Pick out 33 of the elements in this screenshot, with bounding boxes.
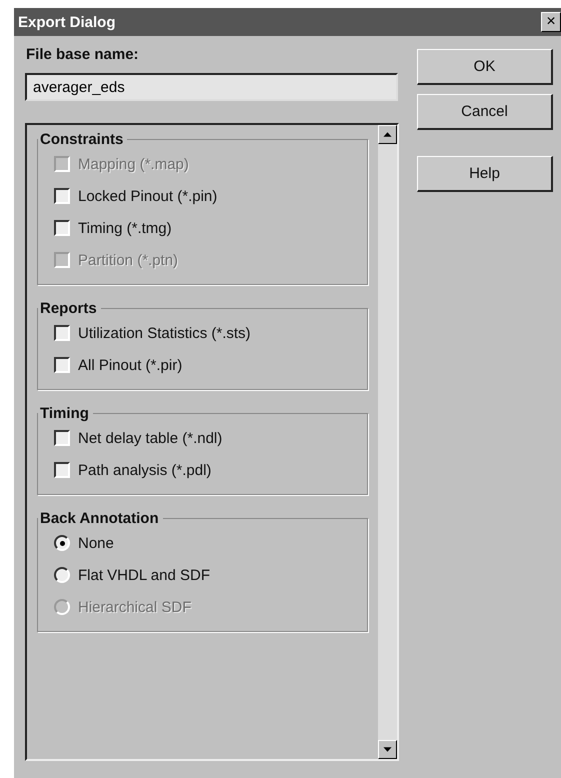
option-label: Path analysis (*.pdl)	[78, 462, 212, 478]
group-title: Constraints	[39, 131, 124, 148]
radio-button[interactable]	[54, 535, 70, 551]
checkbox[interactable]	[54, 462, 70, 478]
radio-button[interactable]	[54, 567, 70, 583]
scrollbar[interactable]	[378, 125, 397, 759]
checkbox[interactable]	[54, 188, 70, 204]
scroll-down-icon[interactable]	[378, 740, 397, 759]
dialog-button[interactable]: OK	[417, 49, 553, 85]
option-label: All Pinout (*.pir)	[78, 356, 182, 374]
option-label: Partition (*.ptn)	[78, 252, 178, 268]
option-label: Hierarchical SDF	[78, 598, 192, 616]
option-label: Net delay table (*.ndl)	[78, 430, 222, 446]
dialog-button[interactable]: Cancel	[417, 94, 553, 130]
group-title: Back Annotation	[39, 510, 160, 527]
dialog-button[interactable]: Help	[417, 156, 553, 192]
checkbox[interactable]	[54, 430, 70, 446]
field-label: File base name:	[26, 46, 140, 63]
scroll-up-icon[interactable]	[378, 125, 397, 144]
option-label: None	[78, 534, 114, 552]
file-name-field[interactable]: averager_eds	[25, 73, 398, 101]
group-title: Timing	[39, 405, 90, 422]
window-title: Export Dialog	[18, 14, 116, 30]
option-label: Locked Pinout (*.pin)	[78, 188, 218, 204]
option-label: Utilization Statistics (*.sts)	[78, 324, 251, 342]
option-label: Timing (*.tmg)	[78, 220, 172, 236]
group-title: Reports	[39, 300, 98, 317]
checkbox[interactable]	[54, 357, 70, 373]
option-label: Flat VHDL and SDF	[78, 566, 210, 584]
option-label: Mapping (*.map)	[78, 156, 189, 172]
checkbox[interactable]	[54, 220, 70, 236]
checkbox[interactable]	[54, 325, 70, 341]
close-button[interactable]: ×	[541, 12, 561, 32]
